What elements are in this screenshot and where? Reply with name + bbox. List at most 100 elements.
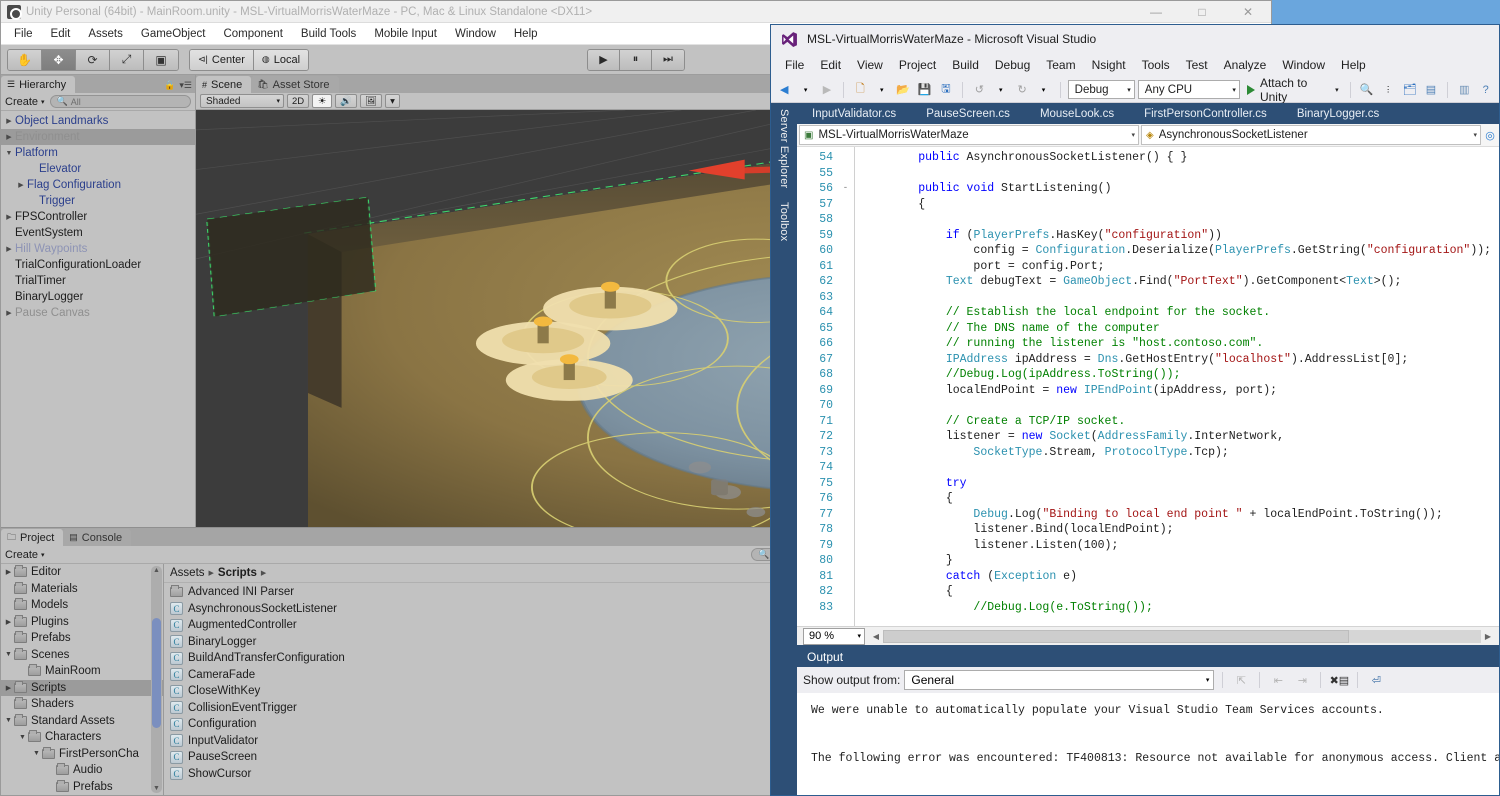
pivot-center-button[interactable]: ⊲| Center [190,49,254,70]
code-editor-area[interactable]: 54 55 56 57 58 59 60 61 62 63 64 65 66 67 68 69 70 71 72 73… [797,147,1499,626]
project-folder-item[interactable]: ▶ Plugins [1,614,163,631]
hierarchy-item[interactable]: TrialConfigurationLoader [1,257,195,273]
tab-console[interactable]: ▤ Console [63,529,132,546]
hierarchy-item[interactable]: ▼ Platform [1,145,195,161]
tab-hierarchy[interactable]: ☰ Hierarchy [1,76,76,93]
expand-arrow-icon[interactable]: ▼ [17,734,28,741]
vs-menu-edit[interactable]: Edit [812,55,849,75]
breadcrumb-segment[interactable]: Scripts [218,567,257,579]
vs-menu-file[interactable]: File [777,55,812,75]
new-dropdown-icon[interactable]: ▾ [873,80,891,100]
open-file-icon[interactable]: 📂 [894,80,912,100]
breadcrumb-segment[interactable]: Assets [170,567,205,579]
vs-menu-debug[interactable]: Debug [987,55,1038,75]
scroll-up-arrow[interactable]: ▲ [151,567,162,574]
hierarchy-item[interactable]: EventSystem [1,225,195,241]
hierarchy-item[interactable]: TrialTimer [1,273,195,289]
unity-minimize-button[interactable]: — [1133,1,1179,23]
project-folder-item[interactable]: ▶ Scripts [1,679,163,696]
vs-menu-test[interactable]: Test [1178,55,1216,75]
hierarchy-item[interactable]: ▶ FPSController [1,209,195,225]
shading-mode-dropdown[interactable]: Shaded ▾ [200,94,284,108]
scroll-left-arrow[interactable]: ◀ [869,632,883,641]
project-folder-item[interactable]: ▼ Standard Assets [1,713,163,730]
project-folder-item[interactable]: ▼ FirstPersonCha [1,746,163,763]
new-project-icon[interactable]: 🗋 [851,80,869,100]
project-create-button[interactable]: Create ▾ [5,549,45,561]
scroll-right-arrow[interactable]: ▶ [1481,632,1495,641]
expand-arrow-icon[interactable]: ▶ [3,245,15,253]
scene-fx-caret[interactable]: ▾ [385,94,400,108]
hscroll-track[interactable] [883,629,1481,643]
project-scope-dropdown[interactable]: ▣ MSL-VirtualMorrisWaterMaze ▾ [799,125,1139,145]
vs-menu-view[interactable]: View [849,55,891,75]
object-browser-icon[interactable]: ▥ [1455,80,1473,100]
save-all-icon[interactable]: 🖫 [937,80,955,100]
move-tool-button[interactable]: ✥ [42,49,76,70]
expand-arrow-icon[interactable]: ▼ [31,750,42,757]
vs-menu-team[interactable]: Team [1038,55,1083,75]
unity-menu-edit[interactable]: Edit [42,26,80,42]
solution-explorer-icon[interactable]: 🗂 [1400,80,1418,100]
project-folder-item[interactable]: Shaders [1,696,163,713]
save-icon[interactable]: 💾 [915,80,933,100]
document-tab[interactable]: InputValidator.cs [797,104,911,124]
document-tab[interactable]: PauseScreen.cs [911,104,1025,124]
navigate-back-icon[interactable]: ◀ [775,80,793,100]
toggle-word-wrap-icon[interactable]: ⏎ [1366,670,1386,690]
expand-arrow-icon[interactable]: ▶ [3,117,15,125]
hierarchy-item[interactable]: BinaryLogger [1,289,195,305]
help-icon[interactable]: ? [1476,80,1494,100]
member-scope-icon[interactable]: ◎ [1483,129,1497,142]
go-to-next-icon[interactable]: ⇥ [1292,670,1312,690]
expand-arrow-icon[interactable]: ▶ [3,309,15,317]
project-tree-scrollbar[interactable]: ▲ ▼ [151,566,162,793]
vs-menu-build[interactable]: Build [944,55,987,75]
toggle-2d-button[interactable]: 2D [287,94,310,108]
lock-icon[interactable]: 🔒 [164,80,175,91]
unity-menu-gameobject[interactable]: GameObject [132,26,215,42]
editor-zoom-dropdown[interactable]: 90 % ▾ [803,627,865,645]
back-dropdown-icon[interactable]: ▾ [796,80,814,100]
vs-menu-analyze[interactable]: Analyze [1216,55,1275,75]
unity-maximize-button[interactable]: □ [1179,1,1225,23]
unity-menu-window[interactable]: Window [446,26,505,42]
pivot-local-button[interactable]: ◍ Local [253,49,309,70]
expand-arrow-icon[interactable]: ▼ [3,150,15,157]
fold-marker[interactable]: - [837,181,854,197]
tab-project[interactable]: 🗀 Project [1,529,64,546]
toolbar-overflow-icon[interactable]: ⋮ [1379,80,1397,100]
hierarchy-item[interactable]: ▶ Flag Configuration [1,177,195,193]
expand-arrow-icon[interactable]: ▶ [3,568,14,576]
unity-close-button[interactable]: ✕ [1225,1,1271,23]
hand-tool-button[interactable]: ✋ [8,49,42,70]
redo-dropdown-icon[interactable]: ▾ [1034,80,1052,100]
hierarchy-search-input[interactable]: 🔍 All [49,95,191,108]
navigate-forward-icon[interactable]: ▶ [818,80,836,100]
editor-horizontal-scrollbar[interactable]: ◀ ▶ [869,629,1495,643]
output-source-dropdown[interactable]: General ▾ [904,670,1215,690]
expand-arrow-icon[interactable]: ▶ [3,684,14,692]
hierarchy-create-button[interactable]: Create ▾ [5,96,45,108]
expand-arrow-icon[interactable]: ▶ [3,618,14,626]
project-folder-item[interactable]: Prefabs [1,630,163,647]
project-folder-item[interactable]: ▼ Characters [1,729,163,746]
find-icon[interactable]: 🔍 [1358,80,1376,100]
tab-asset-store[interactable]: 🛍 Asset Store [251,76,339,93]
hscroll-thumb[interactable] [883,629,1350,643]
vs-menu-tools[interactable]: Tools [1134,55,1178,75]
pause-button[interactable]: ⏸ [620,49,652,70]
project-folder-item[interactable]: ▶ Editor [1,564,163,581]
hierarchy-item[interactable]: ▶ Pause Canvas [1,305,195,321]
unity-menu-file[interactable]: File [5,26,42,42]
unity-menu-mobile-input[interactable]: Mobile Input [365,26,446,42]
go-to-previous-icon[interactable]: ⇤ [1268,670,1288,690]
project-folder-item[interactable]: MainRoom [1,663,163,680]
unity-menu-build-tools[interactable]: Build Tools [292,26,365,42]
code-folding-column[interactable]: - [837,147,855,626]
scale-tool-button[interactable]: ⤢ [110,49,144,70]
vs-menu-nsight[interactable]: Nsight [1084,55,1134,75]
hierarchy-item[interactable]: Trigger [1,193,195,209]
step-button[interactable]: ⏭ [652,49,684,70]
project-folder-item[interactable]: Audio [1,762,163,779]
